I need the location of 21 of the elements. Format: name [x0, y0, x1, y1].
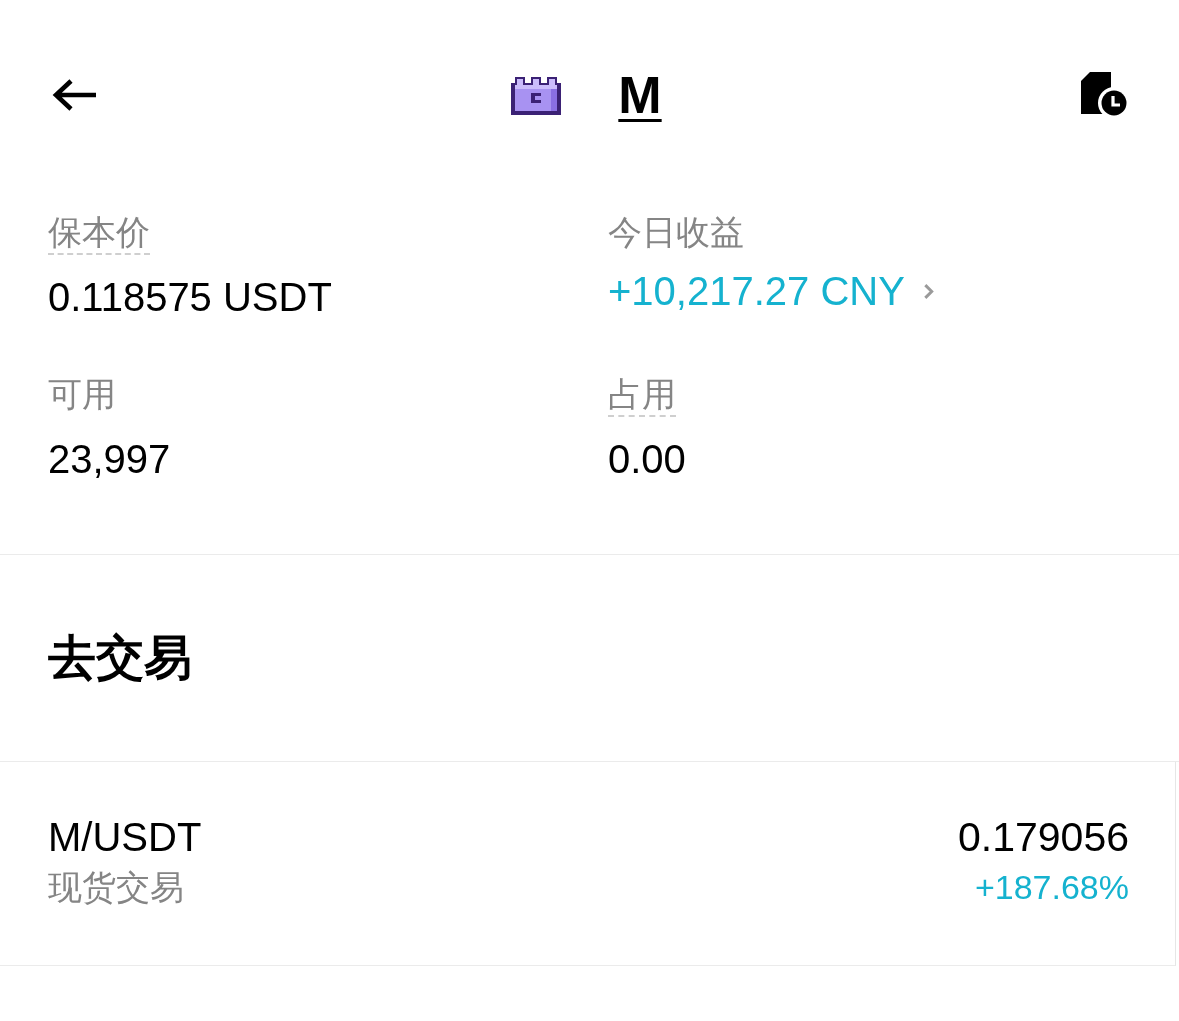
pair-name: M/USDT: [48, 814, 202, 861]
stat-label: 今日收益: [608, 212, 744, 253]
change-percent: +187.68%: [974, 867, 1129, 907]
stat-label[interactable]: 保本价: [48, 211, 150, 255]
stat-label: 可用: [48, 374, 116, 415]
chevron-right-icon: [922, 282, 934, 300]
history-button[interactable]: [1081, 71, 1129, 119]
document-clock-icon: [1081, 71, 1129, 119]
stat-label[interactable]: 占用: [608, 373, 676, 417]
coin-logo-icon: [511, 75, 562, 115]
section-heading: 去交易: [48, 630, 192, 686]
market-type: 现货交易: [48, 867, 185, 907]
coin-title-link[interactable]: M: [618, 69, 662, 121]
profit-link[interactable]: +10,217.27 CNY: [608, 267, 934, 315]
market-row[interactable]: M/USDT 现货交易 0.179056 +187.68%: [0, 762, 1176, 966]
stat-value: 0.118575 USDT: [48, 274, 332, 321]
stat-value: 23,997: [48, 436, 171, 483]
price: 0.179056: [958, 813, 1129, 861]
back-button[interactable]: [52, 78, 98, 112]
stat-value: 0.00: [608, 436, 686, 483]
back-arrow-icon: [52, 78, 98, 112]
